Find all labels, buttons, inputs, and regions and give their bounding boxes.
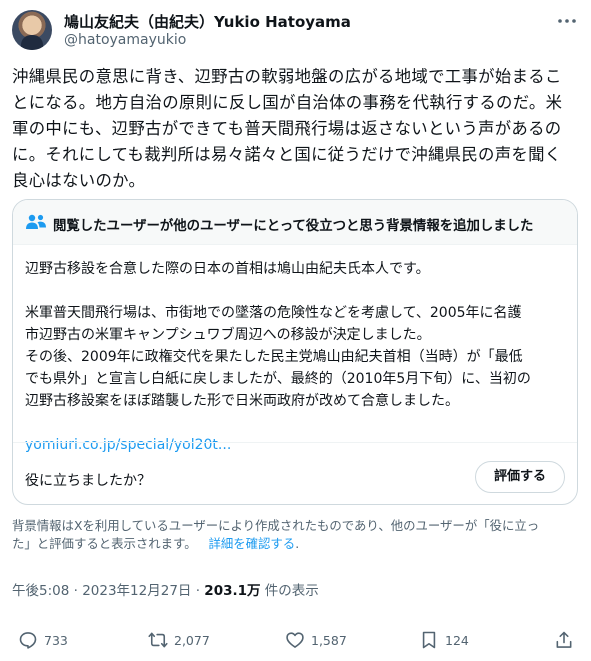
tweet-time[interactable]: 午後5:08	[12, 583, 69, 599]
disclaimer-period: .	[295, 536, 300, 551]
note-disclaimer: 背景情報はXを利用しているユーザーにより作成されたものであり、他のユーザーが「役…	[12, 517, 578, 553]
meta-separator: ·	[191, 583, 205, 599]
reply-button[interactable]: 733	[18, 630, 68, 650]
community-note-body: 辺野古移設を合意した際の日本の首相は鳩山由紀夫氏本人です。 米軍普天間飛行場は、…	[25, 258, 565, 456]
people-icon	[26, 214, 46, 229]
repost-count: 2,077	[174, 632, 210, 648]
bookmark-button[interactable]: 124	[419, 630, 469, 650]
like-button[interactable]: 1,587	[285, 630, 347, 650]
more-options-icon[interactable]	[557, 14, 577, 28]
reply-icon	[19, 632, 37, 649]
learn-more-link[interactable]: 詳細を確認する	[208, 536, 295, 551]
share-button[interactable]	[554, 630, 580, 650]
community-note-header: 閲覧したユーザーが他のユーザーにとって役立つと思う背景情報を追加しました	[13, 200, 577, 245]
community-note: 閲覧したユーザーが他のユーザーにとって役立つと思う背景情報を追加しました 辺野古…	[12, 199, 578, 505]
view-count-suffix: 件の表示	[260, 583, 319, 599]
like-count: 1,587	[311, 632, 347, 648]
bookmark-icon	[422, 631, 436, 649]
note-source-link[interactable]: yomiuri.co.jp/special/yol20t...	[25, 437, 231, 453]
action-bar: 733 2,077 1,587 124	[0, 626, 591, 654]
tweet-text: 沖縄県民の意思に背き、辺野古の軟弱地盤の広がる地域で工事が始まるこ とになる。地…	[12, 67, 563, 190]
community-note-title: 閲覧したユーザーが他のユーザーにとって役立つと思う背景情報を追加しました	[53, 219, 534, 234]
bookmark-count: 124	[445, 632, 469, 648]
helpful-question: 役に立ちましたか？	[25, 473, 151, 489]
tweet-date[interactable]: 2023年12月27日	[82, 583, 191, 599]
rate-button[interactable]: 評価する	[475, 461, 565, 493]
note-paragraph: 米軍普天間飛行場は、市街地での墜落の危険性などを考慮して、2005年に名護 市辺…	[25, 305, 531, 409]
note-paragraph: 辺野古移設を合意した際の日本の首相は鳩山由紀夫氏本人です。	[25, 261, 430, 277]
avatar[interactable]	[12, 10, 52, 50]
heart-icon	[286, 632, 304, 648]
divider	[13, 442, 577, 443]
repost-button[interactable]: 2,077	[148, 630, 210, 650]
author-display-name[interactable]: 鳩山友紀夫（由紀夫）Yukio Hatoyama	[64, 11, 351, 32]
share-icon	[556, 631, 572, 648]
view-count: 203.1万	[204, 583, 261, 599]
reply-count: 733	[44, 632, 68, 648]
author-handle[interactable]: @hatoyamayukio	[64, 32, 186, 48]
tweet-meta: 午後5:08 · 2023年12月27日 · 203.1万 件の表示	[12, 579, 319, 599]
repost-icon	[148, 632, 168, 648]
tweet-header: 鳩山友紀夫（由紀夫）Yukio Hatoyama @hatoyamayukio	[12, 10, 579, 52]
meta-separator: ·	[69, 583, 83, 599]
